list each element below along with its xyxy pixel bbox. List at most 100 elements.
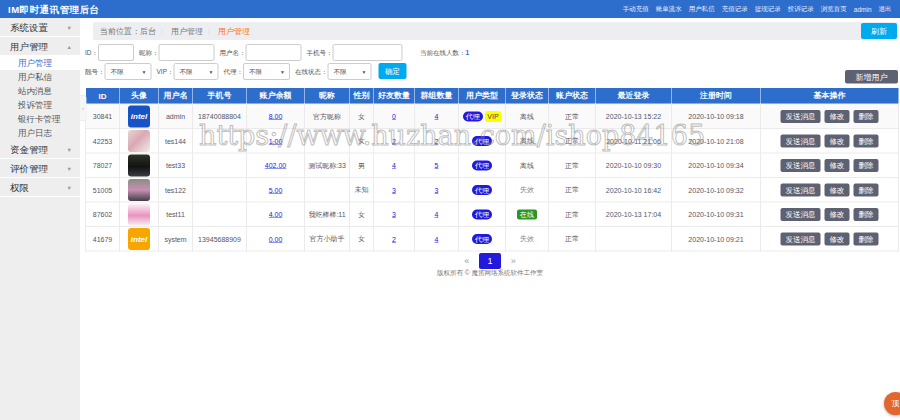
search-input-4[interactable] [333, 44, 403, 61]
cell-login-status: 在线 [506, 202, 549, 227]
cell-groups: 3 [415, 178, 459, 203]
filter-label-3: 代理： [223, 63, 243, 80]
top-nav-item-5[interactable]: 提现记录 [751, 5, 784, 14]
delete-button[interactable]: 删除 [854, 232, 879, 245]
edit-button[interactable]: 修改 [825, 232, 850, 245]
filter-select-1[interactable]: 不限▼ [105, 63, 152, 80]
page-prev-button[interactable]: « [460, 253, 474, 269]
cell-login-status: 离线 [506, 104, 549, 129]
groups-link[interactable]: 3 [435, 186, 439, 194]
balance-link[interactable]: 1.00 [269, 137, 283, 145]
cell-balance: 0.00 [247, 227, 305, 252]
edit-button[interactable]: 修改 [825, 208, 850, 221]
filter-select-value: 不限 [249, 68, 262, 76]
friends-link[interactable]: 2 [392, 137, 396, 145]
sidebar-item-2-1[interactable]: 用户管理 [0, 56, 80, 70]
edit-button[interactable]: 修改 [825, 110, 850, 123]
search-input-3[interactable] [246, 44, 302, 61]
balance-link[interactable]: 8.00 [269, 112, 283, 120]
sidebar-item-2-5[interactable]: 银行卡管理 [0, 112, 80, 126]
groups-link[interactable]: 4 [435, 235, 439, 243]
search-row-select: 靓号：不限▼VIP：不限▼代理：不限▼在线状态：不限▼确定 [85, 63, 895, 80]
sidebar-group-4[interactable]: 评价管理▼ [0, 159, 80, 178]
top-nav-item-3[interactable]: 用户私信 [685, 5, 718, 14]
top-nav-item-2[interactable]: 账单流水 [652, 5, 685, 14]
delete-button[interactable]: 删除 [854, 134, 879, 147]
friends-link[interactable]: 3 [392, 210, 396, 218]
confirm-button[interactable]: 确定 [378, 63, 406, 79]
login-status-text: 失效 [520, 234, 534, 242]
cell-register-time: 2020-10-10 09:18 [672, 104, 761, 129]
delete-button[interactable]: 删除 [854, 159, 879, 172]
sidebar-group-3[interactable]: 资金管理▼ [0, 140, 80, 159]
cell-user-type: 代理 [459, 227, 506, 252]
send-message-button[interactable]: 发送消息 [781, 134, 821, 147]
sidebar-item-2-4[interactable]: 投诉管理 [0, 98, 80, 112]
sidebar-collapse-handle[interactable]: ‹ [80, 95, 87, 121]
breadcrumb-item-2[interactable]: 用户管理 [171, 27, 203, 36]
filter-select-2[interactable]: 不限▼ [173, 63, 218, 80]
filter-select-value: 不限 [333, 68, 346, 76]
avatar [128, 179, 150, 201]
top-nav-item-6[interactable]: 投诉记录 [784, 5, 817, 14]
edit-button[interactable]: 修改 [825, 159, 850, 172]
breadcrumb-prefix: 当前位置： [100, 27, 140, 36]
groups-link[interactable]: 2 [435, 137, 439, 145]
sidebar-group-5[interactable]: 权限▼ [0, 178, 80, 197]
edit-button[interactable]: 修改 [825, 183, 850, 196]
search-input-1[interactable] [98, 44, 134, 61]
filter-select-3[interactable]: 不限▼ [243, 63, 290, 80]
balance-link[interactable]: 402.00 [265, 161, 286, 169]
breadcrumb-item-1[interactable]: 后台 [140, 27, 156, 36]
cell-account-status: 正常 [549, 129, 596, 154]
search-input-2[interactable] [159, 44, 215, 61]
avatar [128, 203, 150, 225]
send-message-button[interactable]: 发送消息 [781, 110, 821, 123]
friends-link[interactable]: 4 [392, 161, 396, 169]
groups-link[interactable]: 4 [435, 210, 439, 218]
send-message-button[interactable]: 发送消息 [781, 159, 821, 172]
cell-login-status: 离线 [506, 153, 549, 178]
friends-link[interactable]: 3 [392, 186, 396, 194]
send-message-button[interactable]: 发送消息 [781, 208, 821, 221]
back-to-top-fab[interactable]: 顶 [884, 392, 900, 415]
top-nav-item-7[interactable]: 浏览首页 [817, 5, 850, 14]
page-current[interactable]: 1 [479, 253, 501, 269]
col-header-3: 用户名 [159, 88, 193, 104]
top-nav-item-8[interactable]: admin [850, 5, 875, 13]
sidebar-group-2[interactable]: 用户管理▲ [0, 37, 80, 56]
balance-link[interactable]: 0.00 [269, 235, 283, 243]
groups-link[interactable]: 4 [435, 112, 439, 120]
add-user-button[interactable]: 新增用户 [845, 70, 898, 84]
send-message-button[interactable]: 发送消息 [781, 232, 821, 245]
refresh-button[interactable]: 刷新 [861, 23, 897, 39]
top-nav-item-4[interactable]: 充值记录 [718, 5, 751, 14]
page-next-button[interactable]: » [506, 253, 520, 269]
delete-button[interactable]: 删除 [854, 110, 879, 123]
cell-friends: 3 [374, 178, 415, 203]
filter-select-4[interactable]: 不限▼ [327, 63, 371, 80]
top-nav-item-1[interactable]: 手动充值 [619, 5, 652, 14]
cell-phone: 18740088804 [193, 104, 247, 129]
cell-user-type: 代理 [459, 129, 506, 154]
groups-link[interactable]: 5 [435, 161, 439, 169]
copyright-footer: 版权所有 © 魔笛网络系统软件工作室 [80, 268, 900, 277]
sidebar-item-2-3[interactable]: 站内消息 [0, 84, 80, 98]
friends-link[interactable]: 0 [392, 112, 396, 120]
delete-button[interactable]: 删除 [854, 208, 879, 221]
sidebar-item-2-6[interactable]: 用户日志 [0, 126, 80, 140]
cell-actions: 发送消息修改删除 [761, 129, 899, 154]
top-nav-item-9[interactable]: 退出 [875, 5, 895, 14]
sidebar-item-2-2[interactable]: 用户私信 [0, 70, 80, 84]
sidebar-group-1[interactable]: 系统设置▼ [0, 18, 80, 37]
filter-label-4: 在线状态： [295, 63, 328, 80]
edit-button[interactable]: 修改 [825, 134, 850, 147]
balance-link[interactable]: 5.00 [269, 186, 283, 194]
balance-link[interactable]: 4.00 [269, 210, 283, 218]
friends-link[interactable]: 2 [392, 235, 396, 243]
delete-button[interactable]: 删除 [854, 183, 879, 196]
cell-nickname [305, 178, 350, 203]
send-message-button[interactable]: 发送消息 [781, 183, 821, 196]
agent-badge: 代理 [472, 209, 492, 219]
search-label-3: 用户名： [220, 44, 246, 61]
